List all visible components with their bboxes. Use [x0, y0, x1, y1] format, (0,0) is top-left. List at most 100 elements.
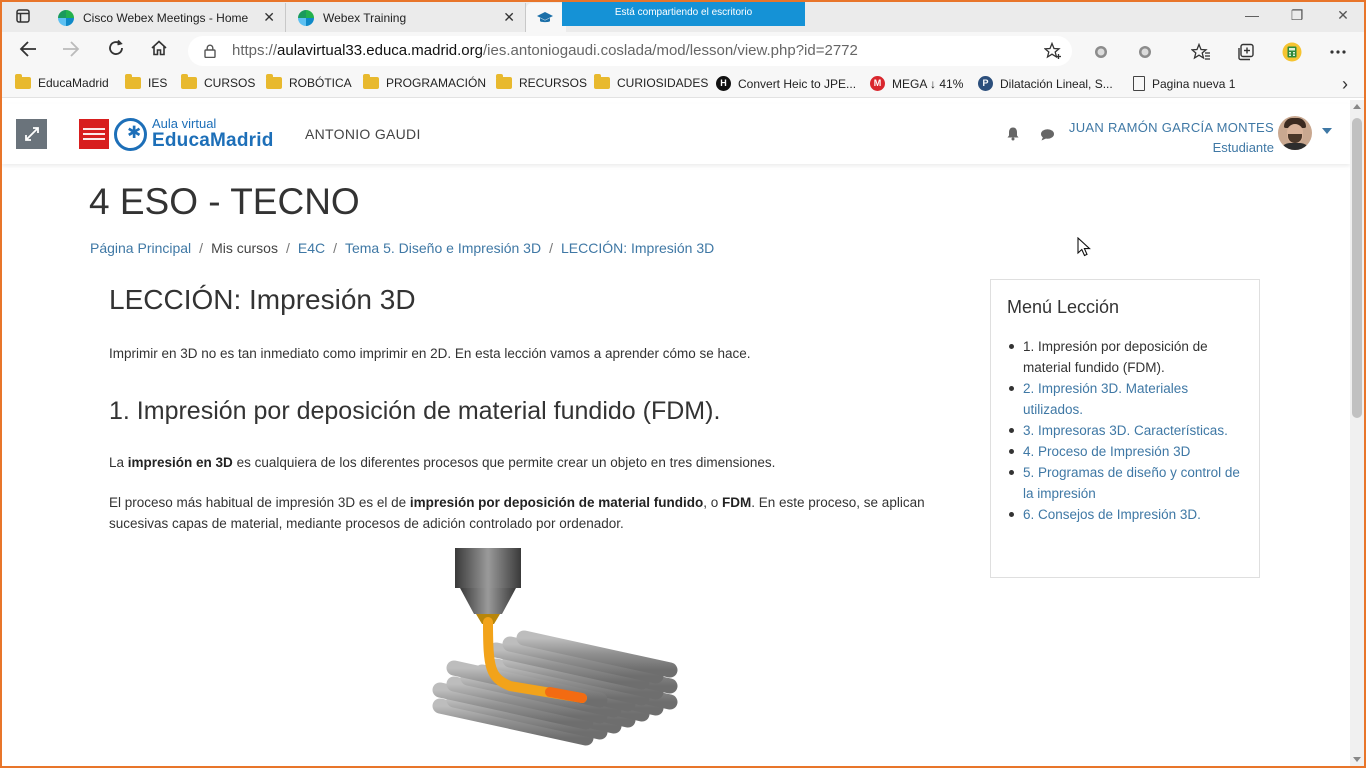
- tab-webex-meetings[interactable]: Cisco Webex Meetings - Home ✕: [48, 3, 286, 32]
- breadcrumb-separator: /: [285, 240, 290, 256]
- folder-icon: [181, 74, 197, 89]
- back-button[interactable]: [15, 39, 41, 63]
- lock-icon[interactable]: [204, 44, 216, 58]
- bookmark-recursos[interactable]: RECURSOS: [496, 74, 588, 90]
- bookmark-label: MEGA ↓ 41%: [892, 76, 964, 91]
- reload-button[interactable]: [103, 39, 129, 63]
- tab-webex-training[interactable]: Webex Training ✕: [288, 3, 526, 32]
- breadcrumb: Página Principal / Mis cursos / E4C / Te…: [90, 240, 714, 256]
- user-menu-caret-down-icon[interactable]: [1322, 128, 1332, 134]
- restore-button[interactable]: ❐: [1274, 4, 1320, 26]
- home-icon: [151, 40, 167, 56]
- breadcrumb-separator: /: [199, 240, 204, 256]
- lesson-menu-block: Menú Lección 1. Impresión por deposición…: [990, 279, 1260, 578]
- home-button[interactable]: [146, 39, 172, 63]
- breadcrumb-course-link[interactable]: E4C: [298, 240, 325, 256]
- extension-circle-icon[interactable]: [1134, 41, 1156, 63]
- scroll-down-arrow-icon[interactable]: [1353, 757, 1361, 762]
- address-bar[interactable]: https://aulavirtual33.educa.madrid.org/i…: [188, 36, 1072, 66]
- url-host: aulavirtual33.educa.madrid.org: [277, 42, 483, 59]
- extension-circle-icon[interactable]: [1090, 41, 1112, 63]
- scroll-up-arrow-icon[interactable]: [1353, 104, 1361, 109]
- folder-icon: [15, 74, 31, 89]
- more-bookmarks-chevron-icon[interactable]: ›: [1342, 74, 1348, 95]
- webex-logo-icon: [298, 9, 314, 26]
- settings-more-icon[interactable]: [1327, 41, 1349, 63]
- lesson-menu-item[interactable]: 3. Impresoras 3D. Características.: [1007, 420, 1247, 441]
- collections-icon[interactable]: [1235, 41, 1257, 63]
- close-tab-icon[interactable]: ✕: [503, 9, 515, 26]
- lesson-menu-item[interactable]: 6. Consejos de Impresión 3D.: [1007, 504, 1247, 525]
- breadcrumb-topic-link[interactable]: Tema 5. Diseño e Impresión 3D: [345, 240, 541, 256]
- folder-icon: [496, 74, 512, 89]
- bookmark-label: Dilatación Lineal, S...: [1000, 76, 1113, 91]
- tab-aula-virtual[interactable]: [526, 3, 566, 32]
- p-logo-icon: P: [978, 76, 993, 91]
- bookmark-label: IES: [148, 76, 168, 90]
- bookmark-programacion[interactable]: PROGRAMACIÓN: [363, 74, 487, 90]
- forward-button[interactable]: [58, 39, 84, 63]
- bookmark-pagina-nueva[interactable]: Pagina nueva 1: [1133, 76, 1235, 91]
- messages-chat-icon[interactable]: [1040, 128, 1055, 141]
- bookmark-label: Pagina nueva 1: [1152, 76, 1236, 91]
- url-scheme: https://: [232, 42, 278, 59]
- expand-arrows-icon: [24, 127, 39, 141]
- favorites-icon[interactable]: [1190, 41, 1212, 63]
- close-tab-icon[interactable]: ✕: [263, 9, 275, 26]
- lesson-menu-item[interactable]: 2. Impresión 3D. Materiales utilizados.: [1007, 378, 1247, 420]
- comunidad-madrid-flag-logo[interactable]: [79, 119, 109, 149]
- bookmark-robotica[interactable]: ROBÓTICA: [266, 74, 352, 90]
- text: , o: [703, 495, 722, 510]
- url-text[interactable]: https://aulavirtual33.educa.madrid.org/i…: [232, 42, 858, 59]
- breadcrumb-separator: /: [333, 240, 337, 256]
- url-path: /ies.antoniogaudi.coslada/mod/lesson/vie…: [483, 42, 858, 59]
- bookmark-label: RECURSOS: [519, 76, 588, 90]
- bookmark-cursos[interactable]: CURSOS: [181, 74, 255, 90]
- site-name[interactable]: ANTONIO GAUDI: [305, 126, 421, 142]
- educamadrid-logo-icon[interactable]: ✱: [114, 118, 147, 151]
- lesson-menu-item[interactable]: 5. Programas de diseño y control de la i…: [1007, 462, 1247, 504]
- page-scrollbar[interactable]: [1350, 100, 1364, 766]
- h-logo-icon: H: [716, 76, 731, 91]
- scrollbar-thumb[interactable]: [1352, 118, 1362, 418]
- bookmark-mega[interactable]: M MEGA ↓ 41%: [870, 76, 963, 91]
- paragraph-fdm-process: El proceso más habitual de impresión 3D …: [109, 492, 949, 534]
- lesson-intro-text: Imprimir en 3D no es tan inmediato como …: [109, 346, 751, 361]
- forward-arrow-icon: [63, 41, 80, 57]
- fdm-printing-illustration: [432, 548, 678, 746]
- bookmark-convert-heic[interactable]: H Convert Heic to JPE...: [716, 76, 856, 91]
- bookmark-label: EducaMadrid: [38, 76, 109, 90]
- notifications-bell-icon[interactable]: [1006, 126, 1020, 141]
- close-window-button[interactable]: ✕: [1320, 4, 1366, 26]
- user-name[interactable]: JUAN RAMÓN GARCÍA MONTES: [1069, 120, 1274, 135]
- bookmark-educamadrid[interactable]: EducaMadrid: [15, 74, 109, 90]
- tab-title: Webex Training: [323, 10, 407, 25]
- folder-icon: [125, 74, 141, 89]
- bookmark-dilatacion[interactable]: P Dilatación Lineal, S...: [978, 76, 1113, 91]
- reload-icon: [109, 39, 123, 55]
- bookmark-ies[interactable]: IES: [125, 74, 168, 90]
- logo-subtitle[interactable]: Aula virtual: [152, 116, 216, 131]
- lesson-title: LECCIÓN: Impresión 3D: [109, 284, 416, 315]
- bookmarks-bar: EducaMadrid IES CURSOS ROBÓTICA PROGRAMA…: [0, 70, 1366, 98]
- add-favorite-star-icon[interactable]: [1044, 42, 1062, 60]
- lesson-menu-item[interactable]: 4. Proceso de Impresión 3D: [1007, 441, 1247, 462]
- section-title: 1. Impresión por deposición de material …: [109, 397, 721, 425]
- logo-title[interactable]: EducaMadrid: [152, 130, 274, 152]
- fullscreen-toggle-button[interactable]: [16, 119, 47, 149]
- breadcrumb-home-link[interactable]: Página Principal: [90, 240, 191, 256]
- calculator-extension-icon[interactable]: [1281, 41, 1303, 63]
- text: es cualquiera de los diferentes procesos…: [232, 455, 776, 470]
- screen-share-banner[interactable]: Está compartiendo el escritorio: [562, 0, 805, 26]
- mouse-cursor-icon: [1077, 237, 1091, 257]
- back-arrow-icon: [19, 41, 36, 57]
- lesson-menu-list: 1. Impresión por deposición de material …: [1007, 336, 1247, 525]
- breadcrumb-lesson-link[interactable]: LECCIÓN: Impresión 3D: [561, 240, 714, 256]
- minimize-button[interactable]: —: [1229, 4, 1275, 26]
- bookmark-label: PROGRAMACIÓN: [386, 76, 487, 90]
- user-avatar[interactable]: [1278, 116, 1312, 150]
- bookmark-curiosidades[interactable]: CURIOSIDADES: [594, 74, 708, 90]
- tab-actions-menu-icon[interactable]: [12, 7, 34, 25]
- breadcrumb-separator: /: [549, 240, 553, 256]
- graduation-cap-icon: [537, 11, 553, 22]
